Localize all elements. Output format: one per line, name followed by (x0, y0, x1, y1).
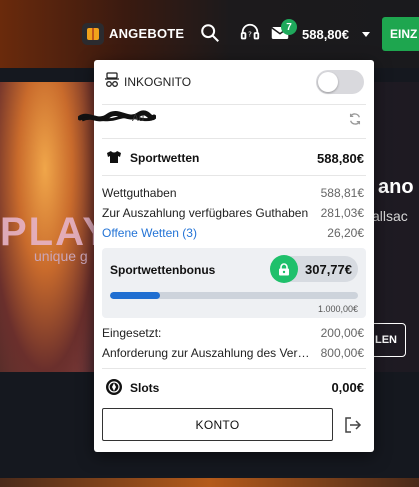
bonus-progress-fill (110, 292, 160, 299)
line-value: 281,03€ (320, 206, 364, 220)
divider (102, 138, 366, 139)
redaction-scribble (78, 110, 156, 122)
incognito-toggle[interactable] (316, 70, 364, 94)
header-balance[interactable]: 588,80€ (302, 27, 349, 42)
sportwetten-value: 588,80€ (317, 151, 364, 166)
open-bets-link[interactable]: Offene Wetten (3) (102, 226, 312, 240)
sports-bonus-card: Sportwettenbonus 307,77€ 1.000,00€ (102, 248, 366, 318)
refresh-icon[interactable] (348, 112, 362, 126)
username: Au (78, 110, 176, 126)
hero-title: ano (378, 176, 414, 198)
line-value: 800,00€ (320, 346, 364, 360)
line-label: Zur Auszahlung verfügbares Guthaben (102, 206, 309, 220)
bonus-amount-pill: 307,77€ (270, 255, 358, 283)
offers-link[interactable]: ANGEBOTE (109, 26, 184, 41)
svg-text:?: ? (248, 30, 252, 39)
bonus-progress-bar (110, 292, 358, 299)
slots-label: Slots (130, 381, 160, 395)
divider (102, 104, 366, 105)
hero-tagline: unique g (34, 248, 88, 264)
top-navigation-bar: ANGEBOTE ? 7 588,80€ EINZ (0, 0, 419, 68)
list-item: Zur Auszahlung verfügbares Guthaben 281,… (102, 206, 366, 220)
account-button[interactable]: KONTO (102, 408, 333, 441)
line-value: 26,20€ (327, 226, 364, 240)
divider (102, 368, 366, 369)
username-text: Au (132, 113, 145, 124)
line-label: Wettguthaben (102, 186, 177, 200)
hero-subtitle: allsac (372, 208, 408, 224)
shirt-icon (107, 151, 121, 163)
bonus-value: 307,77€ (305, 262, 352, 277)
lock-icon (270, 255, 298, 283)
open-bets-row[interactable]: Offene Wetten (3) 26,20€ (102, 226, 366, 240)
bonus-label: Sportwettenbonus (110, 263, 216, 277)
deposit-button[interactable]: EINZ (382, 17, 419, 51)
line-value: 200,00€ (320, 326, 364, 340)
incognito-row: INKOGNITO (102, 68, 366, 100)
line-label: Eingesetzt: (102, 326, 162, 340)
incognito-label: INKOGNITO (124, 75, 192, 89)
sportwetten-label: Sportwetten (130, 151, 200, 165)
logout-icon[interactable] (344, 416, 362, 434)
search-icon[interactable] (199, 22, 221, 44)
slots-icon (106, 379, 122, 395)
chevron-down-icon[interactable] (362, 32, 370, 37)
line-value: 588,81€ (320, 186, 364, 200)
line-label: Anforderung zur Auszahlung des Verb… (102, 346, 312, 360)
divider (102, 175, 366, 176)
account-dropdown: INKOGNITO Au Sportwetten 588,80€ Wettgut… (78, 60, 374, 452)
slots-value: 0,00€ (331, 380, 364, 395)
bonus-target: 1.000,00€ (317, 304, 358, 314)
list-item: Anforderung zur Auszahlung des Verb… 800… (102, 346, 366, 360)
gift-icon[interactable] (82, 23, 104, 45)
list-item: Wettguthaben 588,81€ (102, 186, 366, 200)
incognito-icon (105, 72, 119, 87)
list-item: Eingesetzt: 200,00€ (102, 326, 366, 340)
support-icon[interactable]: ? (239, 22, 261, 44)
bottom-strip (0, 478, 419, 487)
mail-count-badge: 7 (281, 19, 297, 35)
